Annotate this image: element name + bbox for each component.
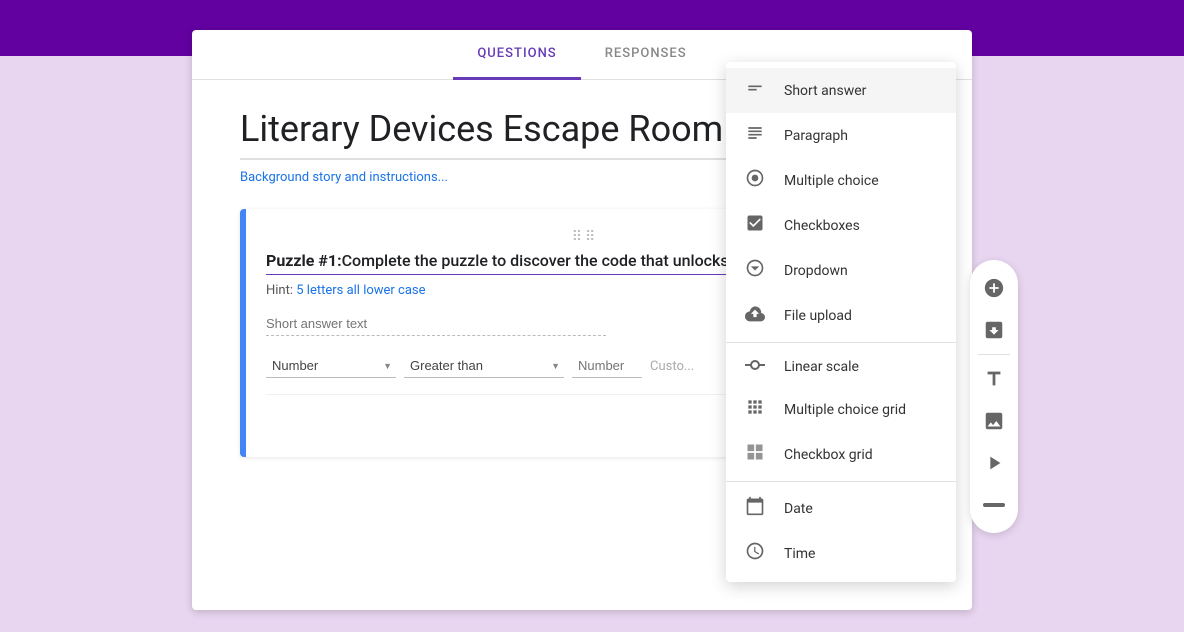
menu-label-time: Time (784, 546, 815, 562)
menu-item-paragraph[interactable]: Paragraph (726, 113, 956, 158)
menu-label-checkboxes: Checkboxes (784, 218, 860, 234)
add-video-button[interactable] (974, 443, 1014, 483)
divider-2 (726, 481, 956, 482)
add-title-button[interactable] (974, 359, 1014, 399)
hint-value: 5 letters all lower case (296, 283, 425, 298)
menu-item-linear-scale[interactable]: Linear scale (726, 347, 956, 387)
paragraph-icon (744, 123, 766, 148)
validation-number-input[interactable] (572, 354, 642, 378)
grid-icon (744, 397, 766, 422)
menu-label-date: Date (784, 501, 813, 517)
tab-questions[interactable]: QUESTIONS (453, 30, 580, 80)
short-answer-icon (744, 78, 766, 103)
menu-label-file-upload: File upload (784, 308, 852, 324)
menu-label-checkbox-grid: Checkbox grid (784, 447, 873, 463)
add-section-button[interactable] (974, 485, 1014, 525)
right-sidebar (970, 260, 1018, 533)
type-select[interactable]: Number Text Length Regular expression (266, 354, 396, 378)
time-icon (744, 541, 766, 566)
checkbox-grid-icon (744, 442, 766, 467)
menu-item-checkbox-grid[interactable]: Checkbox grid (726, 432, 956, 477)
date-icon (744, 496, 766, 521)
type-select-wrapper: Number Text Length Regular expression (266, 354, 396, 378)
tab-responses[interactable]: RESPONSES (581, 30, 711, 80)
linear-icon (744, 357, 766, 377)
menu-item-checkboxes[interactable]: Checkboxes (726, 203, 956, 248)
menu-item-file-upload[interactable]: File upload (726, 293, 956, 338)
dropdown-icon (744, 258, 766, 283)
condition-select-wrapper: Greater than Less than Equal to Not equa… (396, 354, 564, 378)
add-question-button[interactable] (974, 268, 1014, 308)
menu-label-multiple-choice: Multiple choice (784, 173, 879, 189)
sidebar-divider-1 (978, 354, 1010, 355)
question-title-bold: Puzzle #1: (266, 251, 342, 270)
checkbox-icon (744, 213, 766, 238)
short-answer-input[interactable] (266, 312, 606, 336)
condition-select[interactable]: Greater than Less than Equal to Not equa… (404, 354, 564, 378)
menu-label-short-answer: Short answer (784, 83, 866, 99)
menu-label-multiple-choice-grid: Multiple choice grid (784, 402, 906, 418)
import-questions-button[interactable] (974, 310, 1014, 350)
upload-icon (744, 303, 766, 328)
menu-item-multiple-choice-grid[interactable]: Multiple choice grid (726, 387, 956, 432)
radio-icon (744, 168, 766, 193)
menu-label-dropdown: Dropdown (784, 263, 848, 279)
menu-label-linear-scale: Linear scale (784, 359, 859, 375)
menu-item-multiple-choice[interactable]: Multiple choice (726, 158, 956, 203)
menu-item-short-answer[interactable]: Short answer (726, 68, 956, 113)
divider-1 (726, 342, 956, 343)
menu-label-paragraph: Paragraph (784, 128, 848, 144)
validation-custom-label: Custo... (650, 359, 694, 374)
add-image-button[interactable] (974, 401, 1014, 441)
dropdown-menu: Short answer Paragraph Multiple choice C… (726, 62, 956, 582)
menu-item-time[interactable]: Time (726, 531, 956, 576)
menu-item-date[interactable]: Date (726, 486, 956, 531)
hint-label: Hint: (266, 283, 293, 298)
menu-item-dropdown[interactable]: Dropdown (726, 248, 956, 293)
